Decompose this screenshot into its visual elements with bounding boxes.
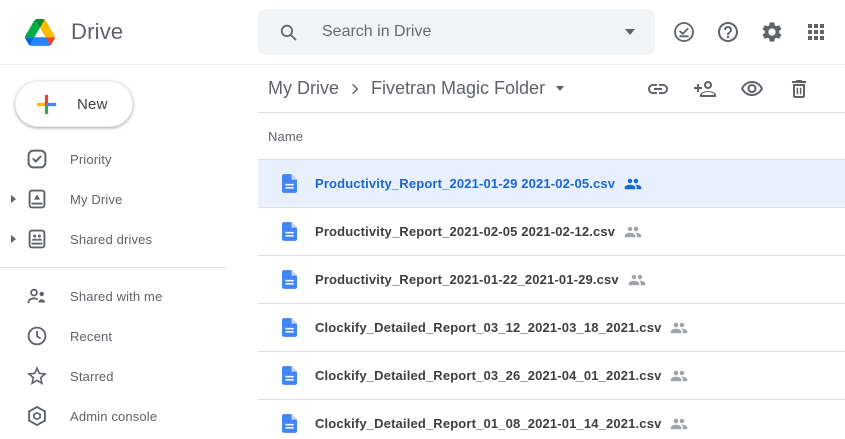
app-name: Drive bbox=[71, 19, 123, 45]
csv-file-icon bbox=[282, 174, 297, 193]
folder-menu-caret-icon[interactable] bbox=[556, 86, 564, 91]
shared-people-icon bbox=[624, 223, 642, 241]
file-row[interactable]: Productivity_Report_2021-01-22_2021-01-2… bbox=[258, 256, 845, 304]
csv-file-icon bbox=[282, 222, 297, 241]
breadcrumb-root[interactable]: My Drive bbox=[268, 78, 339, 99]
file-row[interactable]: Clockify_Detailed_Report_03_26_2021-04_0… bbox=[258, 352, 845, 400]
recent-icon bbox=[25, 324, 49, 348]
search-input[interactable] bbox=[320, 22, 625, 42]
csv-file-icon bbox=[282, 366, 297, 385]
content-panel: My Drive Fivetran Magic Folder Name Prod… bbox=[258, 65, 845, 439]
help-icon[interactable] bbox=[716, 20, 740, 44]
search-options-caret-icon[interactable] bbox=[625, 29, 635, 35]
shared-drives-icon bbox=[25, 227, 49, 251]
expand-arrow-icon[interactable] bbox=[11, 195, 25, 203]
main-area: New Priority My Drive Shared drives Shar… bbox=[0, 65, 845, 439]
top-bar: Drive bbox=[0, 0, 845, 65]
multicolor-plus-icon bbox=[32, 90, 61, 119]
settings-icon[interactable] bbox=[760, 20, 784, 44]
breadcrumb-current-folder[interactable]: Fivetran Magic Folder bbox=[371, 78, 545, 99]
file-row[interactable]: Productivity_Report_2021-01-29 2021-02-0… bbox=[258, 160, 845, 208]
sidebar-item-recent[interactable]: Recent bbox=[0, 316, 258, 356]
my-drive-icon bbox=[25, 187, 49, 211]
file-action-toolbar bbox=[646, 77, 811, 101]
google-drive-logo-icon bbox=[25, 19, 55, 46]
sidebar-item-my-drive[interactable]: My Drive bbox=[0, 179, 258, 219]
delete-icon[interactable] bbox=[787, 77, 811, 101]
csv-file-icon bbox=[282, 414, 297, 433]
file-list: Productivity_Report_2021-01-29 2021-02-0… bbox=[258, 160, 845, 439]
new-button-label: New bbox=[77, 96, 108, 113]
apps-grid-icon[interactable] bbox=[804, 20, 828, 44]
file-row[interactable]: Clockify_Detailed_Report_03_12_2021-03_1… bbox=[258, 304, 845, 352]
sidebar-item-priority[interactable]: Priority bbox=[0, 139, 258, 179]
admin-console-icon bbox=[25, 404, 49, 428]
preview-icon[interactable] bbox=[740, 77, 764, 101]
sidebar: New Priority My Drive Shared drives Shar… bbox=[0, 65, 258, 439]
chevron-right-icon bbox=[345, 79, 365, 99]
file-row[interactable]: Productivity_Report_2021-02-05 2021-02-1… bbox=[258, 208, 845, 256]
csv-file-icon bbox=[282, 318, 297, 337]
shared-people-icon bbox=[624, 175, 642, 193]
breadcrumb-bar: My Drive Fivetran Magic Folder bbox=[258, 65, 845, 113]
shared-people-icon bbox=[670, 415, 688, 433]
shared-people-icon bbox=[670, 319, 688, 337]
search-bar[interactable] bbox=[258, 9, 655, 55]
starred-icon bbox=[25, 364, 49, 388]
csv-file-icon bbox=[282, 270, 297, 289]
sidebar-item-starred[interactable]: Starred bbox=[0, 356, 258, 396]
priority-icon bbox=[25, 147, 49, 171]
offline-status-icon[interactable] bbox=[672, 20, 696, 44]
shared-people-icon bbox=[628, 271, 646, 289]
file-row[interactable]: Clockify_Detailed_Report_01_08_2021-01_1… bbox=[258, 400, 845, 439]
sidebar-nav: Priority My Drive Shared drives Shared w… bbox=[0, 139, 258, 436]
expand-arrow-icon[interactable] bbox=[11, 235, 25, 243]
drive-logo-area[interactable]: Drive bbox=[0, 19, 258, 46]
sidebar-divider bbox=[0, 267, 226, 268]
add-people-icon[interactable] bbox=[693, 77, 717, 101]
name-column-header[interactable]: Name bbox=[268, 129, 303, 144]
topbar-icon-group bbox=[672, 20, 845, 44]
shared-people-icon bbox=[670, 367, 688, 385]
shared-with-me-icon bbox=[25, 284, 49, 308]
list-header[interactable]: Name bbox=[258, 113, 845, 160]
get-link-icon[interactable] bbox=[646, 77, 670, 101]
sidebar-item-admin-console[interactable]: Admin console bbox=[0, 396, 258, 436]
sidebar-item-shared-with-me[interactable]: Shared with me bbox=[0, 276, 258, 316]
sidebar-item-shared-drives[interactable]: Shared drives bbox=[0, 219, 258, 259]
search-icon[interactable] bbox=[278, 22, 299, 43]
new-button[interactable]: New bbox=[15, 81, 133, 127]
